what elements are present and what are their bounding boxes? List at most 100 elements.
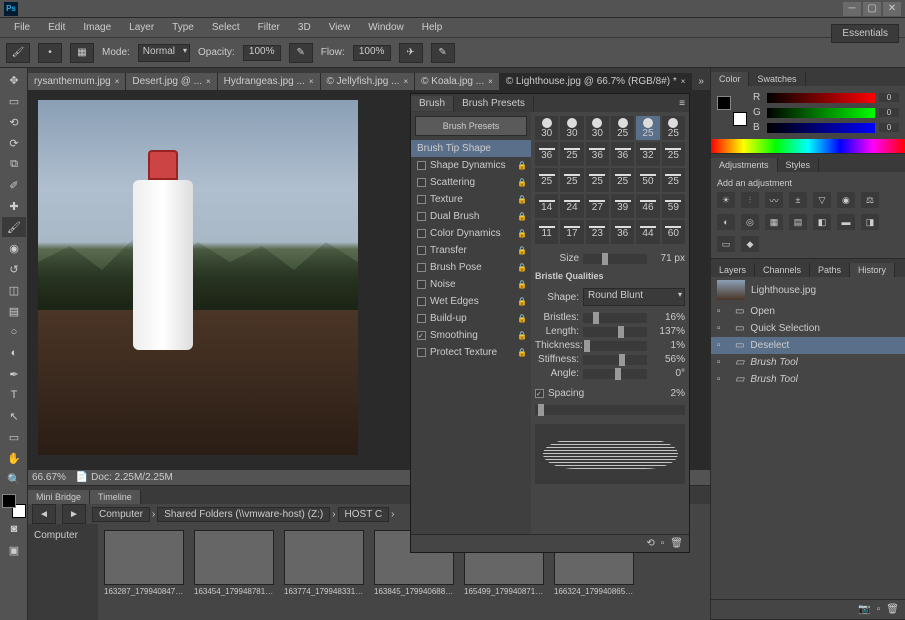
lock-icon[interactable]: 🔒 (517, 212, 527, 221)
sidebar-computer[interactable]: Computer (32, 528, 94, 543)
zoom-tool[interactable]: 🔍 (2, 469, 26, 489)
opacity-input[interactable]: 100% (243, 45, 281, 61)
adj-vibrance-icon[interactable]: ▽ (813, 192, 831, 208)
lock-icon[interactable]: 🔒 (517, 348, 527, 357)
brush-tip[interactable]: 24 (560, 194, 583, 218)
menu-layer[interactable]: Layer (121, 20, 162, 35)
lock-icon[interactable]: 🔒 (517, 229, 527, 238)
tab-paths[interactable]: Paths (810, 263, 850, 277)
document-tab[interactable]: © Koala.jpg ...× (415, 73, 500, 90)
brush-tip[interactable]: 36 (611, 142, 634, 166)
spacing-checkbox[interactable] (535, 389, 544, 398)
slider-value[interactable]: 0° (651, 368, 685, 379)
brush-tip[interactable]: 25 (636, 116, 659, 140)
dodge-tool[interactable]: ◐ (2, 343, 26, 363)
crop-tool[interactable]: ⧉ (2, 154, 26, 174)
color-slider[interactable] (767, 108, 875, 118)
brush-tip[interactable]: 30 (535, 116, 558, 140)
slider[interactable] (583, 341, 647, 351)
document-canvas[interactable] (38, 100, 358, 455)
history-state[interactable]: ▫▭Brush Tool (711, 371, 905, 388)
quick-mask-icon[interactable]: ◙ (2, 519, 26, 539)
brush-tool[interactable]: 🖌 (2, 217, 26, 237)
document-tab[interactable]: Hydrangeas.jpg ...× (218, 73, 321, 90)
option-checkbox[interactable] (417, 331, 426, 340)
adj-levels-icon[interactable]: ⫶ (741, 192, 759, 208)
slider-value[interactable]: 16% (651, 312, 685, 323)
lasso-tool[interactable]: ⟲ (2, 112, 26, 132)
brush-tip[interactable]: 14 (535, 194, 558, 218)
menu-file[interactable]: File (6, 20, 38, 35)
close-tab-icon[interactable]: × (403, 77, 408, 86)
brush-tip[interactable]: 32 (636, 142, 659, 166)
new-snapshot-icon[interactable]: 📷 (858, 604, 870, 615)
brush-option[interactable]: Wet Edges🔒 (411, 293, 531, 310)
color-slider[interactable] (767, 93, 875, 103)
option-checkbox[interactable] (417, 161, 426, 170)
lock-icon[interactable]: 🔒 (517, 280, 527, 289)
adj-photo-filter-icon[interactable]: ◎ (741, 214, 759, 230)
thumbnail[interactable] (194, 530, 274, 585)
hand-tool[interactable]: ✋ (2, 448, 26, 468)
panel-menu-icon[interactable]: ≡ (675, 98, 689, 109)
close-button[interactable]: ✕ (883, 2, 901, 16)
slider-value[interactable]: 56% (651, 354, 685, 365)
tab-timeline[interactable]: Timeline (90, 490, 141, 504)
brush-preset-picker[interactable]: • (38, 43, 62, 63)
option-checkbox[interactable] (417, 314, 426, 323)
adj-threshold-icon[interactable]: ◨ (861, 214, 879, 230)
adj-bw-icon[interactable]: ◐ (717, 214, 735, 230)
adj-balance-icon[interactable]: ⚖ (861, 192, 879, 208)
lock-icon[interactable]: 🔒 (517, 161, 527, 170)
brush-tip[interactable]: 50 (636, 168, 659, 192)
brush-tip[interactable]: 17 (560, 220, 583, 244)
lock-icon[interactable]: 🔒 (517, 195, 527, 204)
blur-tool[interactable]: ○ (2, 322, 26, 342)
brush-tip[interactable]: 39 (611, 194, 634, 218)
option-checkbox[interactable] (417, 212, 426, 221)
workspace-switcher[interactable]: Essentials (831, 24, 899, 43)
brush-tip[interactable]: 25 (611, 116, 634, 140)
nav-fwd-icon[interactable]: ► (62, 504, 86, 524)
adj-lookup-icon[interactable]: ▤ (789, 214, 807, 230)
slider[interactable] (583, 313, 647, 323)
slider[interactable] (583, 355, 647, 365)
close-tab-icon[interactable]: × (115, 77, 120, 86)
brush-option[interactable]: Build-up🔒 (411, 310, 531, 327)
minimize-button[interactable]: ─ (843, 2, 861, 16)
lock-icon[interactable]: 🔒 (517, 263, 527, 272)
brush-tip[interactable]: 23 (586, 220, 609, 244)
tab-adjustments[interactable]: Adjustments (711, 158, 778, 172)
adj-hue-icon[interactable]: ◉ (837, 192, 855, 208)
brush-tip[interactable]: 25 (611, 168, 634, 192)
pen-tool[interactable]: ✒ (2, 364, 26, 384)
tablet-pressure-icon[interactable]: ✎ (431, 43, 455, 63)
brush-tip[interactable]: 25 (662, 142, 685, 166)
breadcrumb-item[interactable]: HOST C (338, 507, 390, 522)
brush-tip[interactable]: 25 (586, 168, 609, 192)
stamp-tool[interactable]: ◉ (2, 238, 26, 258)
lock-icon[interactable]: 🔒 (517, 246, 527, 255)
option-checkbox[interactable] (417, 280, 426, 289)
brush-option[interactable]: Protect Texture🔒 (411, 344, 531, 361)
delete-brush-icon[interactable]: 🗑 (670, 538, 683, 549)
flow-input[interactable]: 100% (353, 45, 391, 61)
history-snapshot[interactable]: Lighthouse.jpg (711, 277, 905, 303)
marquee-tool[interactable]: ▭ (2, 91, 26, 111)
slider-value[interactable]: 1% (651, 340, 685, 351)
option-checkbox[interactable] (417, 178, 426, 187)
brush-tip[interactable]: 25 (560, 168, 583, 192)
breadcrumb-item[interactable]: Computer (92, 507, 150, 522)
document-tab[interactable]: Desert.jpg @ ...× (126, 73, 217, 90)
brush-option[interactable]: Brush Tip Shape (411, 140, 531, 157)
tool-preset-icon[interactable]: 🖌 (6, 43, 30, 63)
gradient-tool[interactable]: ▤ (2, 301, 26, 321)
history-state[interactable]: ▫▭Deselect (711, 337, 905, 354)
tab-history[interactable]: History (850, 263, 895, 277)
brush-tip[interactable]: 36 (586, 142, 609, 166)
panel-color-swatch[interactable] (717, 96, 747, 126)
shape-tool[interactable]: ▭ (2, 427, 26, 447)
tab-brush-presets[interactable]: Brush Presets (454, 96, 534, 111)
brush-tip[interactable]: 25 (662, 116, 685, 140)
type-tool[interactable]: T (2, 385, 26, 405)
